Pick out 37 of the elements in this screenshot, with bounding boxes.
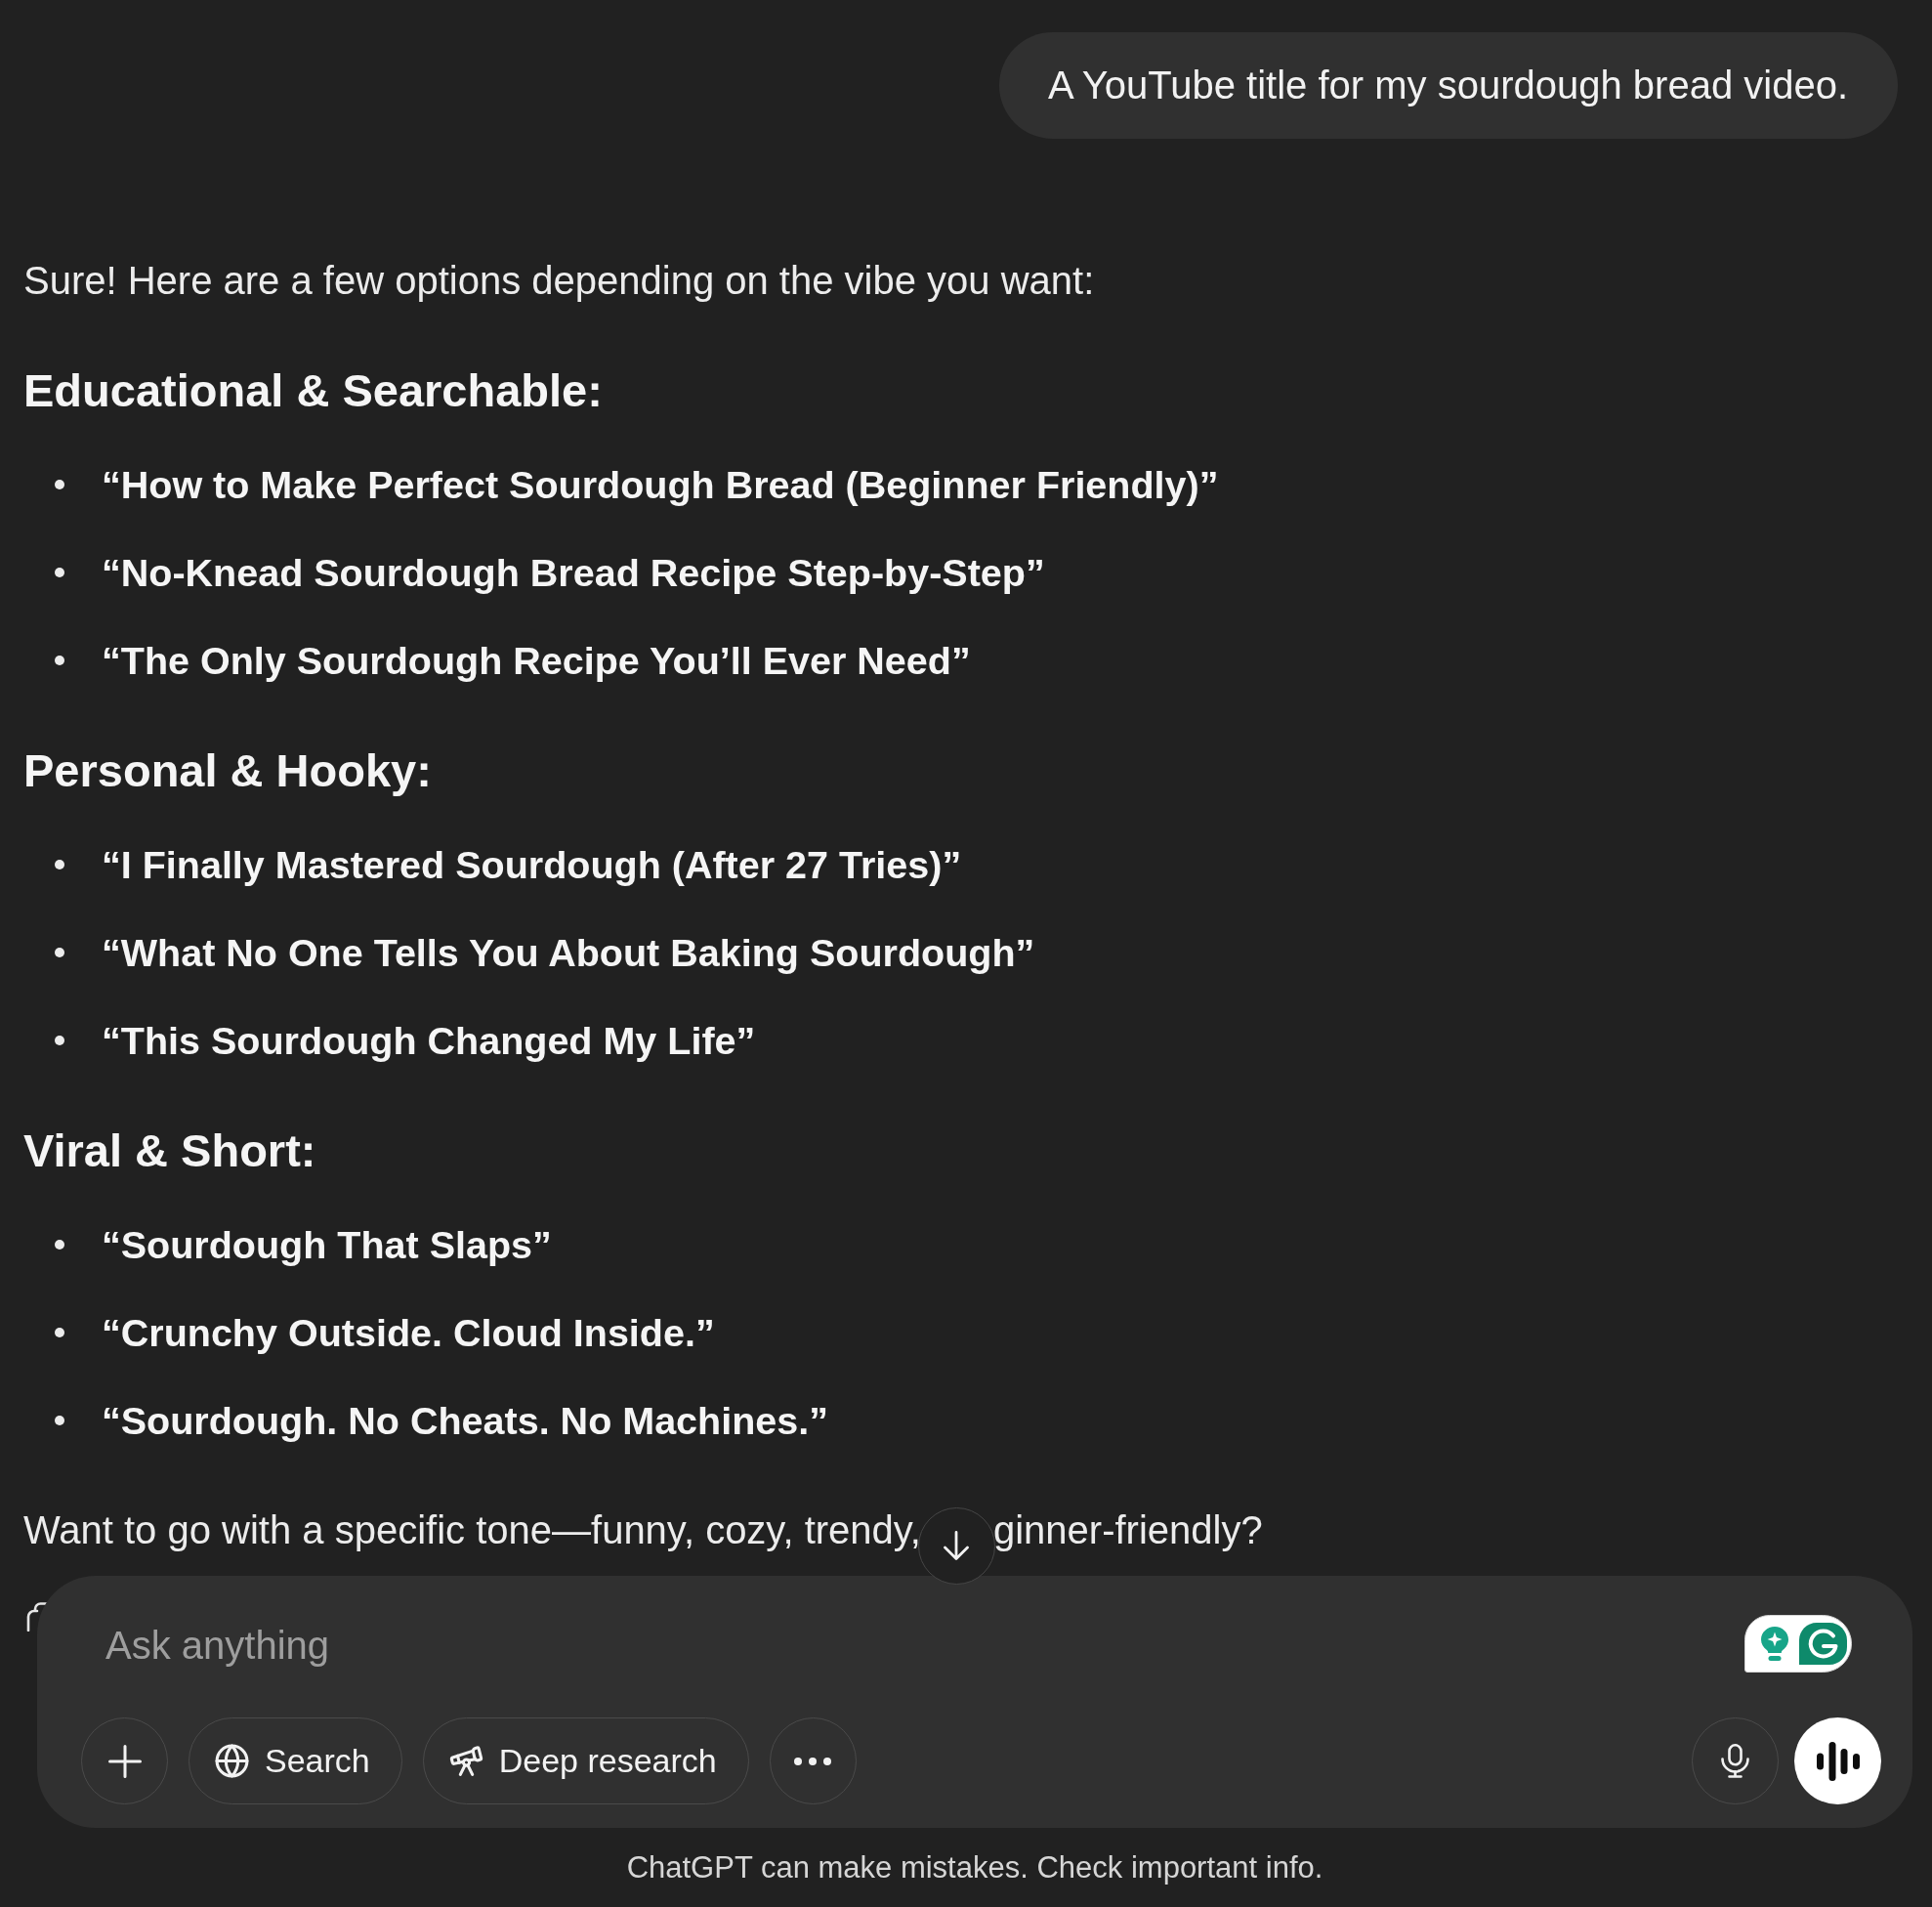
globe-icon <box>214 1743 250 1779</box>
bullet-icon <box>55 1240 64 1250</box>
section-heading: Personal & Hooky: <box>23 743 432 798</box>
message-input[interactable]: Ask anything <box>105 1618 1668 1673</box>
title-suggestion: “The Only Sourdough Recipe You’ll Ever Need” <box>102 638 971 684</box>
bullet-icon <box>55 1416 64 1425</box>
section-heading: Educational & Searchable: <box>23 363 603 418</box>
microphone-icon <box>1721 1744 1749 1778</box>
section-heading: Viral & Short: <box>23 1123 316 1178</box>
ellipsis-icon <box>794 1757 832 1765</box>
telescope-icon <box>447 1743 484 1779</box>
title-suggestion: “How to Make Perfect Sourdough Bread (Beginner Friendly)” <box>102 462 1219 508</box>
reply-text: ginner-friendly? <box>992 1507 1263 1553</box>
extension-widget[interactable] <box>1744 1615 1852 1673</box>
title-suggestion: “No-Knead Sourdough Bread Recipe Step-by-Step” <box>102 550 1045 596</box>
user-message-bubble: A YouTube title for my sourdough bread video. <box>998 32 1898 139</box>
bullet-icon <box>55 480 64 489</box>
title-suggestion: “I Finally Mastered Sourdough (After 27 Tries)” <box>102 842 962 888</box>
title-suggestion: “Sourdough That Slaps” <box>102 1222 552 1268</box>
title-suggestion: “Crunchy Outside. Cloud Inside.” <box>102 1310 715 1356</box>
plus-icon <box>107 1744 142 1778</box>
reply-text: Want to go with a specific tone—funny, cozy, trendy, <box>23 1507 921 1553</box>
reply-text: Sure! Here are a few options depending on the vibe you want: <box>23 258 1095 304</box>
bullet-icon <box>55 860 64 869</box>
title-suggestion: “This Sourdough Changed My Life” <box>102 1018 756 1064</box>
title-suggestion: “What No One Tells You About Baking Sourdough” <box>102 930 1035 976</box>
bullet-icon <box>55 1328 64 1337</box>
arrow-down-icon <box>944 1531 970 1560</box>
disclaimer-text: ChatGPT can make mistakes. Check important info. <box>626 1849 1323 1886</box>
lightbulb-icon <box>1760 1626 1789 1662</box>
title-suggestion: “Sourdough. No Cheats. No Machines.” <box>102 1398 828 1444</box>
bullet-icon <box>55 656 64 665</box>
bullet-icon <box>55 1036 64 1045</box>
bullet-icon <box>55 948 64 957</box>
g-logo-icon <box>1799 1623 1847 1665</box>
bullet-icon <box>55 568 64 577</box>
waveform-icon <box>1816 1741 1860 1781</box>
